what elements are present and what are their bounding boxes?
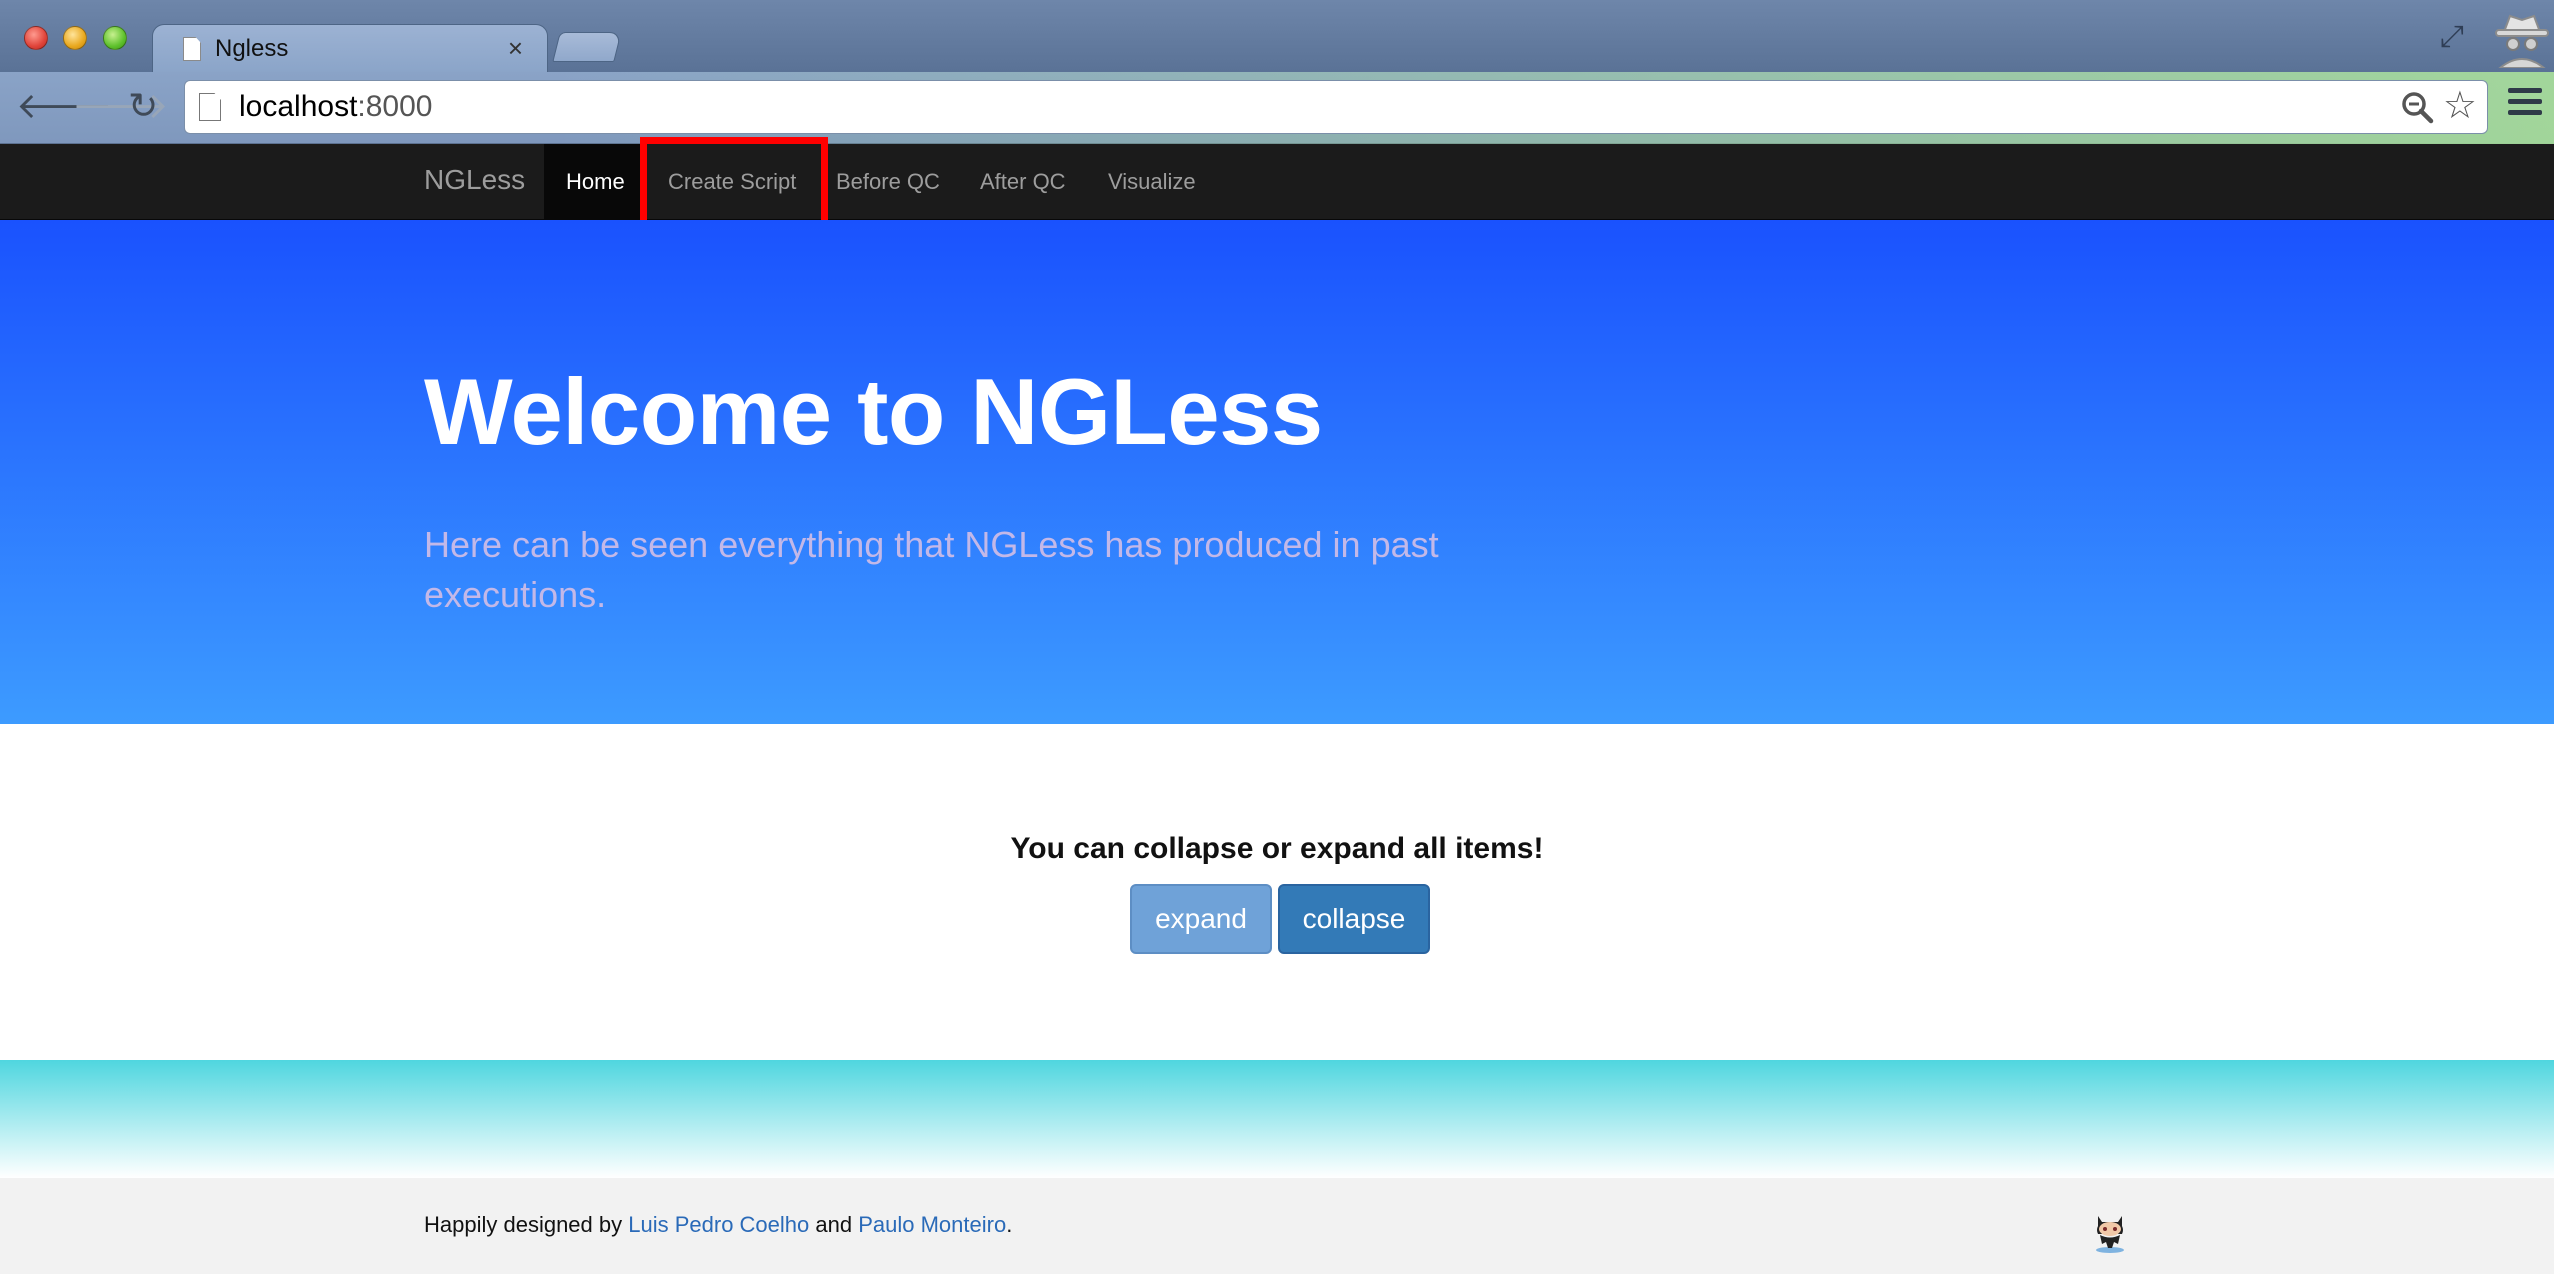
footer-gradient-band [0,1060,2554,1178]
app-navbar: NGLess Home Create Script Before QC Afte… [0,144,2554,220]
close-window-button[interactable] [24,26,48,50]
footer-prefix: Happily designed by [424,1212,629,1237]
close-tab-icon[interactable]: × [508,33,523,64]
menu-icon[interactable] [2508,88,2542,122]
github-octocat-icon[interactable] [2088,1208,2132,1254]
footer: Happily designed by Luis Pedro Coelho an… [0,1178,2554,1274]
hero-subtitle: Here can be seen everything that NGLess … [424,524,1439,615]
page-icon [199,93,221,121]
footer-suffix: . [1006,1212,1013,1237]
collapse-expand-heading: You can collapse or expand all items! [1010,832,1544,865]
hero-banner: Welcome to NGLess Here can be seen every… [0,220,2554,724]
nav-before-qc[interactable]: Before QC [814,144,962,220]
footer-credits: Happily designed by Luis Pedro Coelho an… [424,1212,1012,1238]
page-icon [183,37,201,61]
url-port: :8000 [357,90,433,123]
url-host: localhost [239,90,358,123]
reload-icon[interactable]: ↻ [128,86,158,126]
nav-after-qc[interactable]: After QC [958,144,1088,220]
browser-titlebar: Ngless × ⤢ [0,0,2554,74]
fullscreen-icon[interactable]: ⤢ [2440,20,2464,54]
nav-create-script[interactable]: Create Script [646,144,818,220]
expand-all-button[interactable]: expand [1130,884,1272,954]
bookmark-star-icon[interactable]: ☆ [2443,83,2477,129]
incognito-icon [2495,14,2549,68]
url-text[interactable]: localhost:8000 [239,90,432,124]
author-link-coelho[interactable]: Luis Pedro Coelho [628,1212,809,1237]
brand-link[interactable]: NGLess [424,164,525,196]
zoom-icon[interactable] [2399,89,2435,125]
page-title: Welcome to NGLess [424,359,1323,464]
footer-joiner: and [809,1212,859,1237]
minimize-window-button[interactable] [63,26,87,50]
new-tab-button[interactable] [552,32,622,62]
browser-tab-active[interactable]: Ngless × [152,24,548,74]
tab-title: Ngless [215,35,289,62]
nav-home[interactable]: Home [544,144,647,220]
address-bar[interactable]: localhost:8000 ☆ [184,80,2488,134]
collapse-all-button[interactable]: collapse [1278,884,1430,954]
zoom-window-button[interactable] [103,26,127,50]
author-link-monteiro[interactable]: Paulo Monteiro [858,1212,1006,1237]
nav-visualize[interactable]: Visualize [1086,144,1218,220]
